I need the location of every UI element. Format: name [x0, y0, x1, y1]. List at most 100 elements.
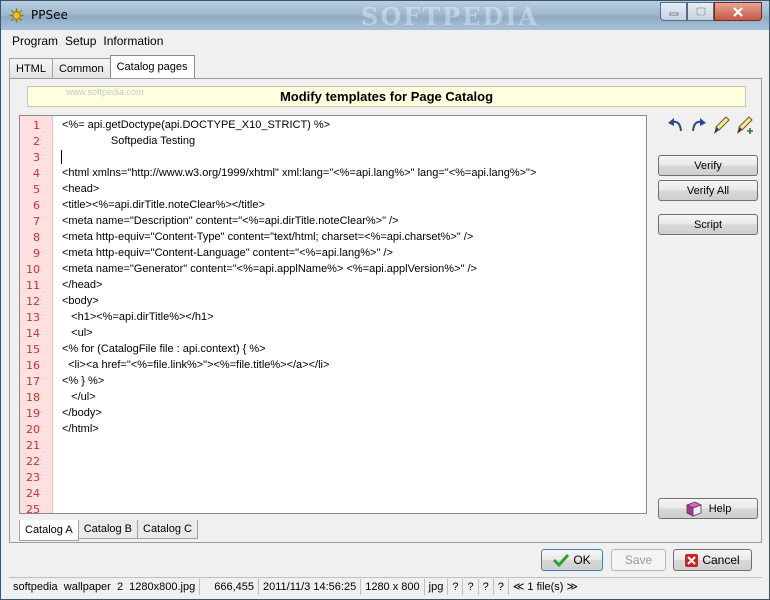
app-window: PPSee SOFTPEDIA Program Setup Informatio… [0, 0, 770, 600]
line-number: 21 [26, 439, 40, 452]
line-number: 8 [33, 231, 40, 244]
tab-common[interactable]: Common [51, 58, 111, 78]
script-button[interactable]: Script [658, 214, 758, 235]
maximize-icon [695, 7, 706, 16]
code-line: <meta http-equiv="Content-Language" cont… [62, 247, 393, 259]
status-field-4: ? [494, 578, 509, 595]
title-bar[interactable]: PPSee SOFTPEDIA [1, 1, 769, 31]
line-number: 1 [33, 119, 40, 132]
status-field-1: ? [448, 578, 464, 595]
code-line: <meta http-equiv="Content-Type" content=… [62, 231, 474, 243]
window-title: PPSee [31, 8, 68, 22]
text-caret [61, 150, 62, 164]
undo-icon[interactable] [666, 115, 686, 135]
minimize-icon [669, 12, 678, 15]
line-number: 10 [26, 263, 40, 276]
catalog-pages-panel: Modify templates for Page Catalog www.so… [9, 78, 762, 543]
code-line: <head> [62, 183, 100, 195]
code-line: <li><a href="<%=file.link%>"><%=file.tit… [62, 359, 330, 371]
close-icon [733, 6, 743, 17]
code-line: Softpedia Testing [62, 135, 196, 147]
close-button[interactable] [714, 2, 762, 21]
brush-plus-icon[interactable] [734, 115, 754, 135]
code-line: </ul> [62, 391, 96, 403]
help-button-label: Help [708, 502, 732, 515]
tab-catalog-pages[interactable]: Catalog pages [109, 55, 195, 78]
line-number: 3 [33, 151, 40, 164]
template-editor[interactable]: 1 2 3 4 5 6 7 8 9 10 11 12 13 14 15 16 17 18 19 20 21 22 23 24 2… [19, 115, 647, 514]
code-line: <h1><%=api.dirTitle%></h1> [62, 311, 214, 323]
tab-html[interactable]: HTML [9, 58, 53, 78]
code-line: <ul> [62, 327, 93, 339]
line-number: 14 [26, 327, 40, 340]
minimize-button[interactable] [660, 2, 687, 21]
code-line: </body> [62, 407, 102, 419]
status-file-count[interactable]: ≪ 1 file(s) ≫ [509, 579, 582, 595]
code-line: <meta name="Generator" content="<%=api.a… [62, 263, 477, 275]
code-line: <title><%=api.dirTitle.noteClear%></titl… [62, 199, 265, 211]
menu-program[interactable]: Program [9, 34, 61, 48]
maximize-button[interactable] [687, 2, 714, 21]
menu-information[interactable]: Information [100, 34, 166, 48]
status-timestamp: 2011/11/3 14:56:25 [259, 578, 362, 595]
status-field-3: ? [479, 578, 494, 595]
menu-bar: Program Setup Information [9, 31, 761, 51]
verify-all-button[interactable]: Verify All [658, 180, 758, 201]
line-number: 15 [26, 343, 40, 356]
code-line: <body> [62, 295, 99, 307]
save-button[interactable]: Save [611, 549, 666, 571]
tab-catalog-a[interactable]: Catalog A [19, 520, 79, 541]
line-number: 20 [26, 423, 40, 436]
line-number: 7 [33, 215, 40, 228]
main-tabs: HTML Common Catalog pages [9, 55, 195, 78]
verify-button[interactable]: Verify [658, 155, 758, 176]
app-sun-icon [9, 8, 24, 23]
title-watermark: SOFTPEDIA [361, 2, 540, 31]
status-dimensions: 1280 x 800 [361, 578, 425, 595]
line-number: 17 [26, 375, 40, 388]
status-format: jpg [425, 578, 449, 595]
line-number: 25 [26, 503, 40, 514]
help-book-icon [685, 501, 702, 517]
code-line: <% } %> [62, 375, 105, 387]
menu-setup[interactable]: Setup [62, 34, 99, 48]
line-number: 24 [26, 487, 40, 500]
cancel-button[interactable]: Cancel [673, 549, 752, 571]
help-button[interactable]: Help [658, 498, 758, 519]
line-number: 2 [33, 135, 40, 148]
line-number: 23 [26, 471, 40, 484]
status-filesize: 666,455 [200, 578, 260, 595]
softpedia-watermark: www.softpedia.com [66, 87, 144, 97]
line-number: 18 [26, 391, 40, 404]
cancel-button-label: Cancel [702, 553, 740, 567]
status-field-2: ? [463, 578, 479, 595]
line-number: 16 [26, 359, 40, 372]
line-number: 11 [26, 279, 40, 292]
check-icon [553, 553, 570, 567]
code-line: <% for (CatalogFile file : api.context) … [62, 343, 266, 355]
code-line: </html> [62, 423, 99, 435]
brush-icon[interactable] [711, 115, 731, 135]
panel-header-title: Modify templates for Page Catalog [279, 89, 494, 104]
ok-button-label: OK [573, 553, 591, 567]
line-number: 13 [26, 311, 40, 324]
code-line: <meta name="Description" content="<%=api… [62, 215, 399, 227]
line-number: 12 [26, 295, 40, 308]
ok-button[interactable]: OK [541, 549, 603, 571]
catalog-tabs: Catalog A Catalog B Catalog C [19, 520, 198, 541]
code-line: </head> [62, 279, 103, 291]
cancel-x-icon [685, 553, 699, 567]
code-line: <html xmlns="http://www.w3.org/1999/xhtm… [62, 167, 537, 179]
status-filename: softpedia wallpaper 2 1280x800.jpg [9, 578, 201, 595]
tab-catalog-b[interactable]: Catalog B [77, 520, 139, 539]
code-line: <%= api.getDoctype(api.DOCTYPE_X10_STRIC… [62, 119, 331, 131]
line-number: 9 [33, 247, 40, 260]
line-number: 6 [33, 199, 40, 212]
line-number: 4 [33, 167, 40, 180]
line-number: 19 [26, 407, 40, 420]
line-number: 5 [33, 183, 40, 196]
redo-icon[interactable] [688, 115, 708, 135]
status-bar: softpedia wallpaper 2 1280x800.jpg 666,4… [9, 577, 762, 595]
tab-catalog-c[interactable]: Catalog C [137, 520, 198, 539]
line-number-gutter: 1 2 3 4 5 6 7 8 9 10 11 12 13 14 15 16 17 18 19 20 21 22 23 24 2… [20, 116, 53, 513]
